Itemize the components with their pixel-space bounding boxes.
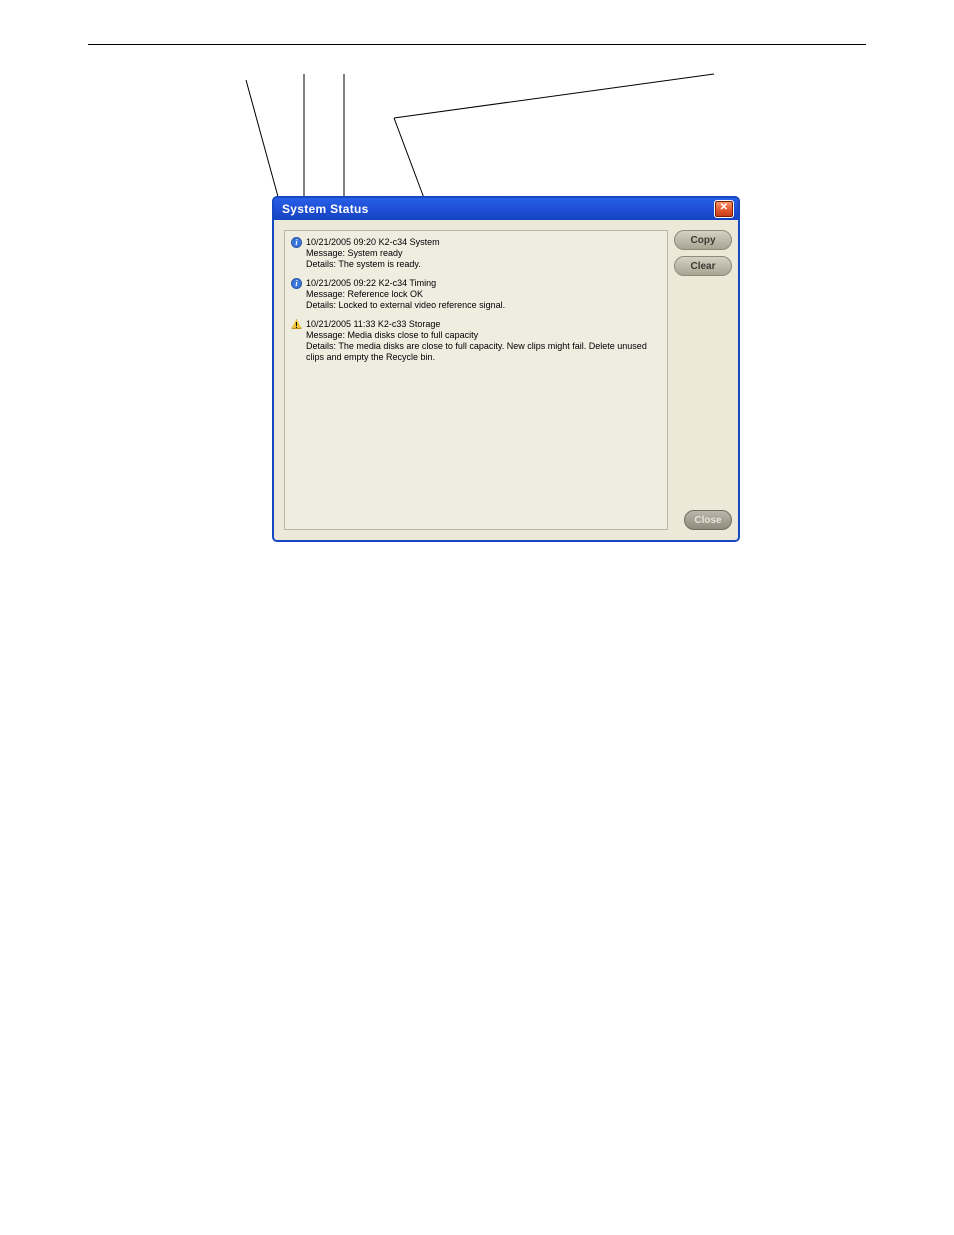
status-entry: 10/21/2005 11:33 K2-c33 Storage Message:…: [291, 319, 661, 363]
info-icon: [291, 237, 302, 248]
clear-button[interactable]: Clear: [674, 256, 732, 276]
close-button[interactable]: Close: [684, 510, 732, 530]
entry-message: Message: System ready: [306, 248, 661, 259]
copy-button[interactable]: Copy: [674, 230, 732, 250]
status-message-pane: 10/21/2005 09:20 K2-c34 System Message: …: [284, 230, 668, 530]
entry-details: Details: The media disks are close to fu…: [306, 341, 661, 363]
entry-details: Details: The system is ready.: [306, 259, 661, 270]
info-icon: [291, 278, 302, 289]
entry-header: 10/21/2005 09:20 K2-c34 System: [306, 237, 440, 248]
warning-icon: [291, 319, 302, 329]
close-icon[interactable]: [714, 200, 734, 218]
entry-message: Message: Media disks close to full capac…: [306, 330, 661, 341]
entry-header: 10/21/2005 09:22 K2-c34 Timing: [306, 278, 436, 289]
side-buttons: Copy Clear Close: [674, 220, 738, 540]
page-rule: [88, 44, 866, 45]
annotation-lines: [244, 68, 754, 208]
system-status-dialog: System Status 10/21/2005 09:20 K2-c34 Sy…: [272, 196, 740, 542]
titlebar[interactable]: System Status: [274, 198, 738, 220]
status-entry: 10/21/2005 09:20 K2-c34 System Message: …: [291, 237, 661, 270]
status-entry: 10/21/2005 09:22 K2-c34 Timing Message: …: [291, 278, 661, 311]
window-title: System Status: [282, 202, 714, 216]
entry-header: 10/21/2005 11:33 K2-c33 Storage: [306, 319, 440, 330]
entry-details: Details: Locked to external video refere…: [306, 300, 661, 311]
entry-message: Message: Reference lock OK: [306, 289, 661, 300]
